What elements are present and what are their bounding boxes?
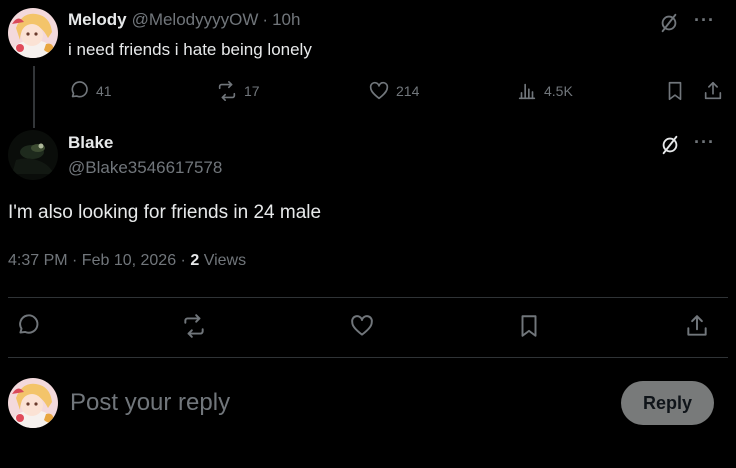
heart-icon[interactable]	[349, 313, 375, 339]
views-icon	[516, 80, 538, 102]
author-handle[interactable]: @Blake3546617578	[68, 158, 222, 178]
reply-icon[interactable]	[15, 313, 41, 339]
reply-icon	[68, 80, 90, 102]
heart-icon	[368, 80, 390, 102]
parent-post[interactable]: Melody @MelodyyyyOW · 10h ··· i need fri…	[8, 8, 728, 128]
views-count: 2	[190, 252, 200, 269]
like-count: 214	[396, 83, 420, 99]
repost-button[interactable]: 17	[216, 80, 260, 102]
share-button[interactable]	[702, 80, 724, 102]
post-text: i need friends i hate being lonely	[68, 40, 312, 59]
reply-button[interactable]: 41	[68, 80, 112, 102]
post-actions: 41 17 214 4.5K	[68, 80, 728, 104]
repost-icon[interactable]	[181, 313, 207, 339]
views-button[interactable]: 4.5K	[516, 80, 573, 102]
post-text: I'm also looking for friends in 24 male	[8, 202, 322, 223]
bookmark-icon	[664, 80, 686, 102]
avatar[interactable]	[8, 130, 58, 180]
author-name[interactable]: Melody	[68, 10, 127, 30]
thread-line	[33, 66, 35, 128]
bookmark-icon[interactable]	[516, 313, 542, 339]
reply-button[interactable]: Reply	[621, 381, 714, 425]
divider	[8, 357, 728, 358]
grok-icon[interactable]	[659, 134, 681, 156]
repost-icon	[216, 80, 238, 102]
repost-count: 17	[244, 83, 260, 99]
reply-count: 41	[96, 83, 112, 99]
more-icon[interactable]: ···	[694, 132, 715, 153]
post-actions	[0, 313, 736, 341]
views-count: 4.5K	[544, 83, 573, 99]
reply-input[interactable]	[70, 386, 590, 420]
separator: ·	[262, 10, 269, 29]
post-time[interactable]: 10h	[272, 10, 300, 30]
share-icon	[702, 80, 724, 102]
author-handle[interactable]: @MelodyyyyOW	[132, 10, 259, 30]
post-timestamp[interactable]: 4:37 PM · Feb 10, 2026 ·	[8, 252, 190, 269]
post-header: Melody @MelodyyyyOW · 10h	[68, 10, 300, 30]
divider	[8, 297, 728, 298]
avatar[interactable]	[8, 8, 58, 58]
post-meta: 4:37 PM · Feb 10, 2026 · 2 Views	[8, 252, 246, 270]
more-icon[interactable]: ···	[694, 10, 715, 31]
bookmark-button[interactable]	[664, 80, 686, 102]
avatar	[8, 378, 58, 428]
like-button[interactable]: 214	[368, 80, 419, 102]
views-label: Views	[203, 252, 247, 269]
grok-icon[interactable]	[658, 12, 680, 34]
share-icon[interactable]	[684, 313, 710, 339]
author-name[interactable]: Blake	[68, 133, 113, 153]
